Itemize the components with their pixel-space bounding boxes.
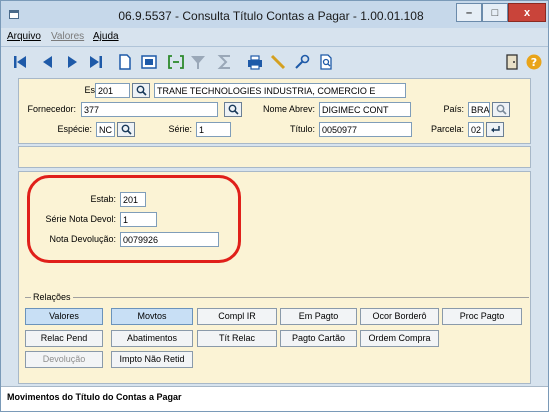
devolucao-button[interactable]: Devolução [25,351,103,368]
ocor-bordero-button[interactable]: Ocor Borderô [360,308,439,325]
relacoes-group-border [25,297,529,298]
titulo-label: Título: [289,124,315,134]
fornecedor-label: Fornecedor: [27,104,76,114]
em-pagto-button[interactable]: Em Pagto [280,308,357,325]
relacoes-title: Relações [31,292,73,302]
magnifier-icon [121,124,132,135]
close-button[interactable]: x [508,3,546,22]
fornecedor-field[interactable]: 377 [81,102,218,117]
highlight-annotation [27,175,241,263]
especie-field[interactable]: NC [96,122,115,137]
pais-label: País: [443,104,464,114]
magnifier-icon [136,85,147,96]
ordem-compra-button[interactable]: Ordem Compra [360,330,439,347]
first-icon[interactable] [11,53,29,71]
wrench-icon[interactable] [293,53,311,71]
previous-icon[interactable] [39,53,57,71]
menu-valores[interactable]: Valores [51,31,84,42]
maximize-button[interactable]: □ [482,3,508,22]
titulo-field[interactable]: 0050977 [319,122,412,137]
svg-text:?: ? [531,56,537,69]
new-document-icon[interactable] [116,53,134,71]
application-window: 06.9.5537 - Consulta Título Contas a Pag… [0,0,549,412]
serie-field[interactable]: 1 [196,122,231,137]
estab-zoom-button[interactable] [132,83,150,98]
menu-arquivo[interactable]: Arquivo [7,31,41,42]
valores-button[interactable]: Valores [25,308,103,325]
last-icon[interactable] [87,53,105,71]
abatimentos-button[interactable]: Abatimentos [111,330,193,347]
parcela-label: Parcela: [430,124,464,134]
exit-door-icon[interactable] [503,53,521,71]
blank-panel [18,146,531,168]
title-bar: 06.9.5537 - Consulta Título Contas a Pag… [1,1,548,28]
sum-icon[interactable] [216,53,234,71]
toolbar: ? [1,46,548,77]
pagto-cartao-button[interactable]: Pagto Cartão [280,330,357,347]
magnifier-icon [228,104,239,115]
impto-nao-retid-button[interactable]: Impto Não Retid [111,351,193,368]
menu-bar: Arquivo Valores Ajuda [1,28,548,46]
pen-icon[interactable] [269,53,287,71]
estab-name-field: TRANE TECHNOLOGIES INDUSTRIA, COMERCIO E [154,83,406,98]
especie-label: Espécie: [57,124,92,134]
window-icon [9,10,19,19]
estab-field[interactable]: 201 [95,83,130,98]
pais-field: BRA [468,102,490,117]
movtos-button[interactable]: Movtos [111,308,193,325]
filter-icon[interactable] [189,53,207,71]
search-document-icon[interactable] [317,53,335,71]
relac-pend-button[interactable]: Relac Pend [25,330,103,347]
print-icon[interactable] [246,53,264,71]
next-icon[interactable] [63,53,81,71]
nome-abrev-label: Nome Abrev: [262,104,315,114]
header-panel: Estab: 201 TRANE TECHNOLOGIES INDUSTRIA,… [18,78,531,144]
help-icon[interactable]: ? [525,53,543,71]
goto-icon[interactable] [167,53,185,71]
menu-ajuda[interactable]: Ajuda [93,31,119,42]
status-bar: Movimentos do Título do Contas a Pagar [1,386,548,411]
window-title: 06.9.5537 - Consulta Título Contas a Pag… [118,9,424,23]
parcela-field[interactable]: 02 [468,122,484,137]
minimize-button[interactable]: – [456,3,482,22]
tit-relac-button[interactable]: Tít Relac [197,330,277,347]
magnifier-icon [496,104,507,115]
compl-ir-button[interactable]: Compl IR [197,308,277,325]
nome-abrev-field: DIGIMEC CONT [319,102,411,117]
enter-icon [490,126,500,133]
especie-zoom-button[interactable] [117,122,135,137]
fornecedor-zoom-button[interactable] [224,102,242,117]
proc-pagto-button[interactable]: Proc Pagto [442,308,522,325]
pais-zoom-button[interactable] [492,102,510,117]
serie-label: Série: [168,124,192,134]
parcela-enter-button[interactable] [486,122,504,137]
status-text: Movimentos do Título do Contas a Pagar [7,392,182,402]
preview-icon[interactable] [140,53,158,71]
